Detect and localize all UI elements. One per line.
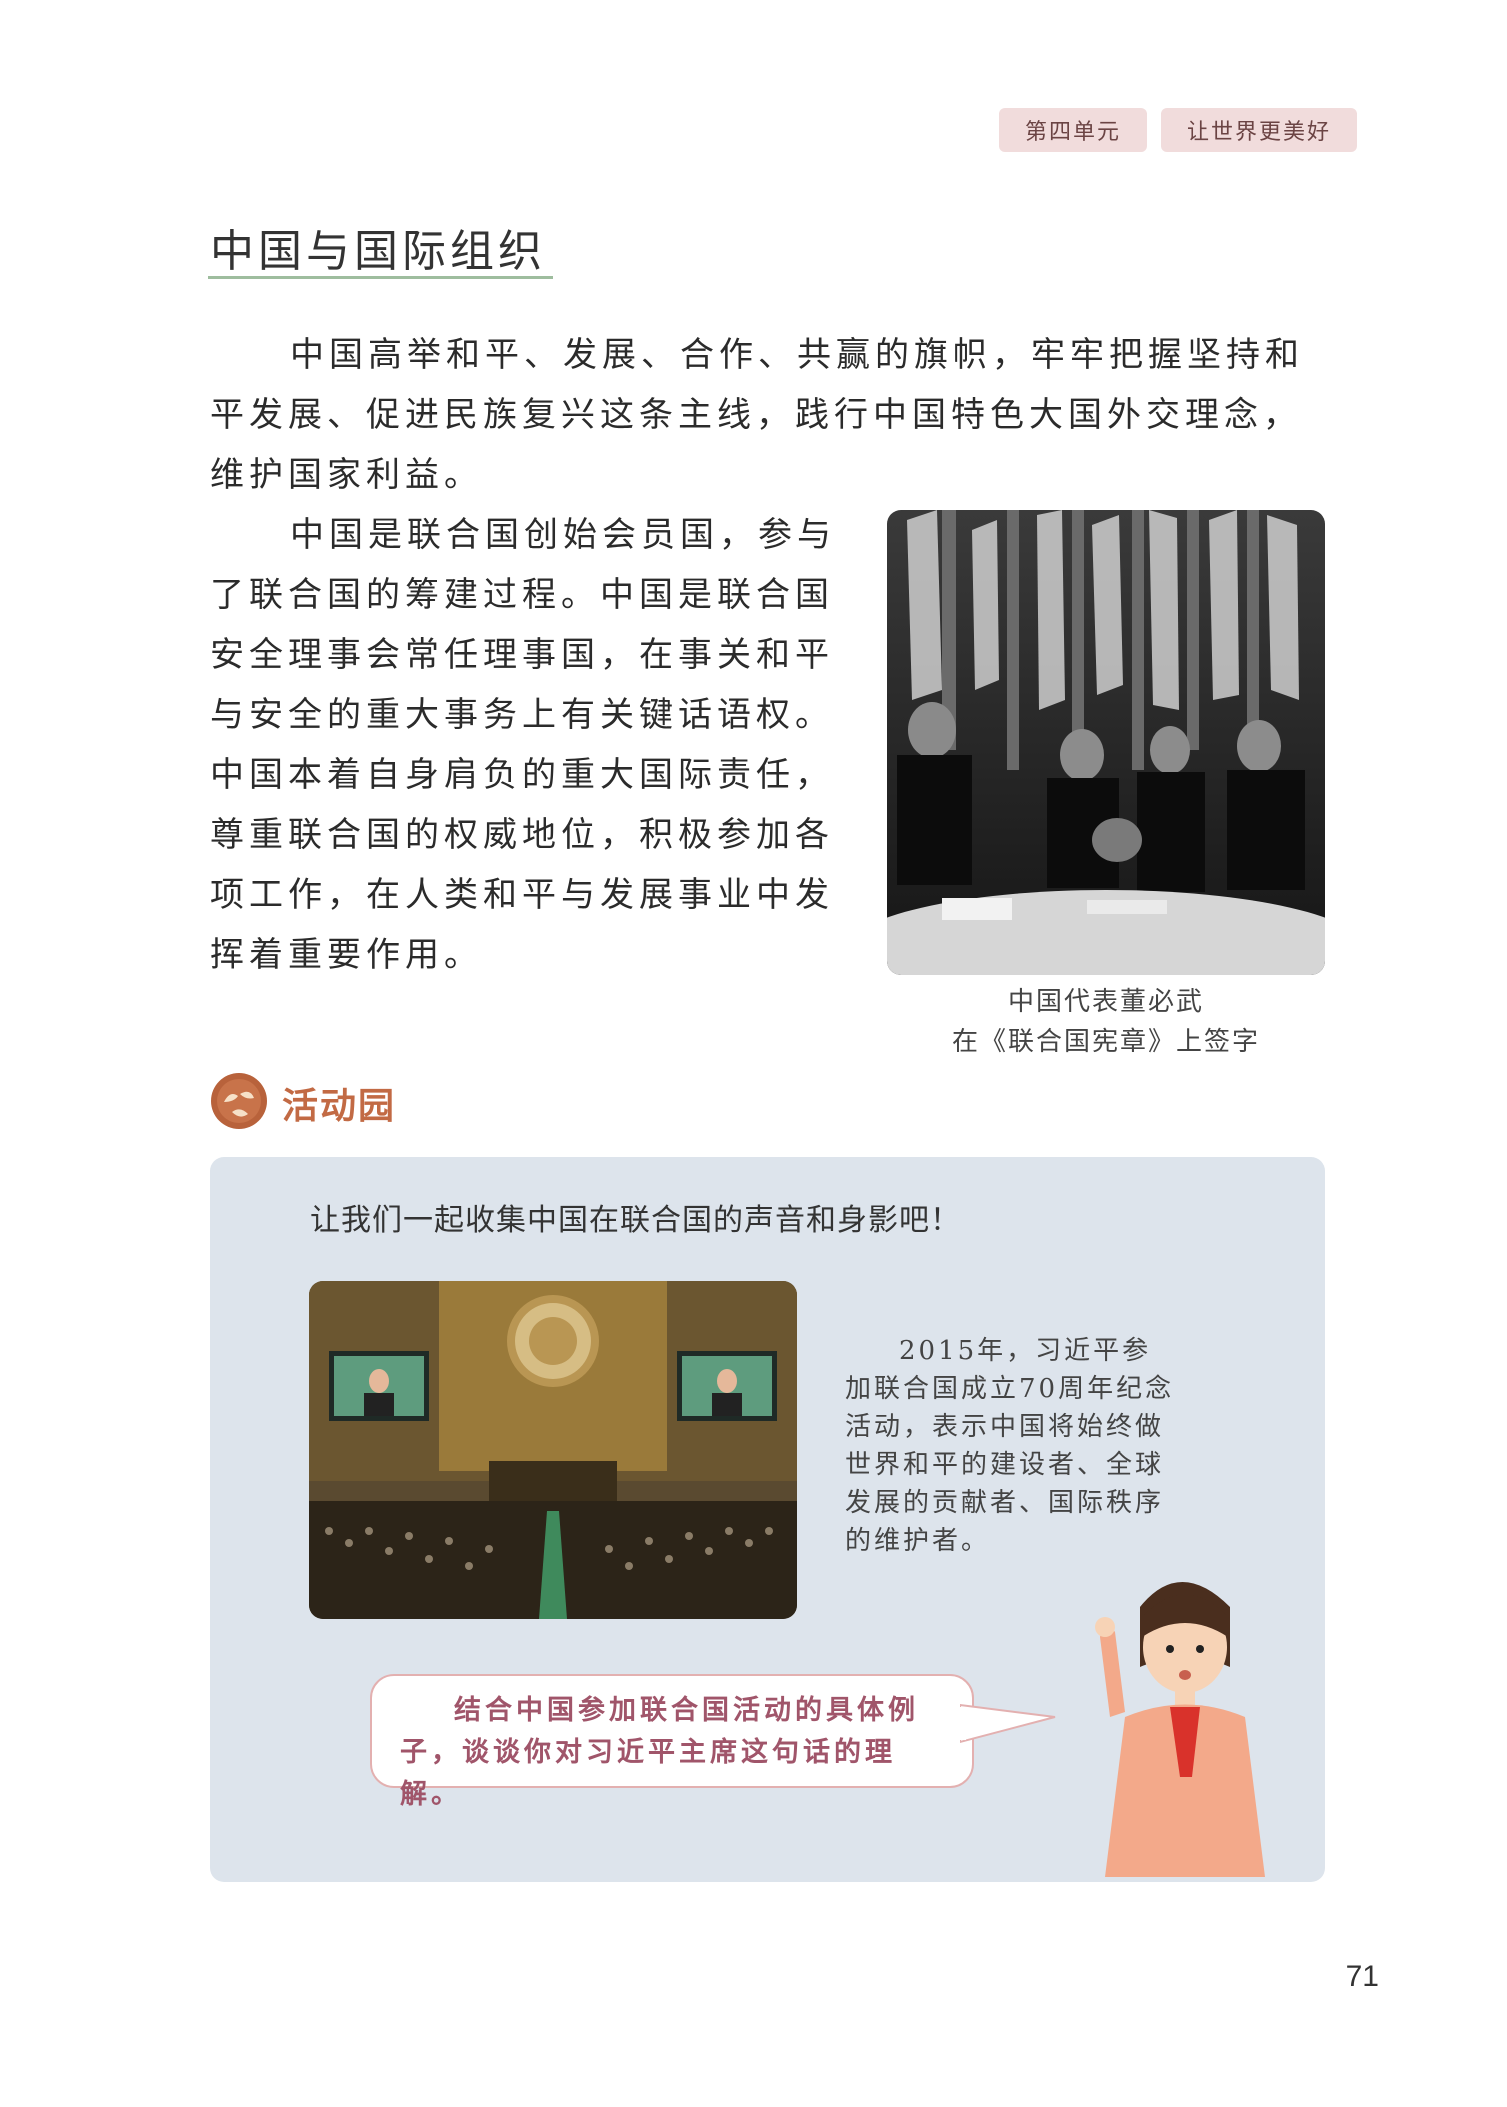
caption-line-1: 中国代表董必武 (1007, 987, 1204, 1017)
student-girl-illustration (1080, 1557, 1290, 1877)
unit-header: 第四单元 让世界更美好 (998, 108, 1357, 152)
page-number: 71 (1345, 1960, 1379, 1993)
activity-garden-icon (210, 1072, 268, 1134)
activity-box: 让我们一起收集中国在联合国的声音和身影吧！ 2015年，习近平参加联合国成立70… (210, 1157, 1325, 1882)
title-underline (208, 276, 553, 279)
bubble-tail (960, 1703, 1056, 1744)
xi-speech-text: 2015年，习近平参加联合国成立70周年纪念活动，表示中国将始终做世界和平的建设… (845, 1336, 1175, 1556)
bubble-question: 结合中国参加联合国活动的具体例子，谈谈你对习近平主席这句话的理解。 (400, 1695, 919, 1810)
un-paragraph: 中国是联合国创始会员国，参与了联合国的筹建过程。中国是联合国安全理事会常任理事国… (210, 515, 836, 975)
un-general-assembly-photo (309, 1281, 797, 1619)
activity-title: 活动园 (282, 1086, 397, 1127)
un-charter-signing-photo (887, 510, 1325, 975)
unit-tag: 第四单元 (998, 108, 1147, 152)
photo1-caption: 中国代表董必武 在《联合国宪章》上签字 (887, 982, 1325, 1062)
section-title: 中国与国际组织 (210, 226, 546, 277)
activity-prompt: 让我们一起收集中国在联合国的声音和身影吧！ (310, 1203, 961, 1238)
caption-line-2: 在《联合国宪章》上签字 (951, 1027, 1260, 1057)
intro-paragraph: 中国高举和平、发展、合作、共赢的旗帜，牢牢把握坚持和平发展、促进民族复兴这条主线… (210, 335, 1304, 495)
speech-bubble: 结合中国参加联合国活动的具体例子，谈谈你对习近平主席这句话的理解。 (370, 1674, 974, 1810)
unit-title-tag: 让世界更美好 (1160, 108, 1357, 152)
activity-header: 活动园 (210, 1072, 396, 1134)
